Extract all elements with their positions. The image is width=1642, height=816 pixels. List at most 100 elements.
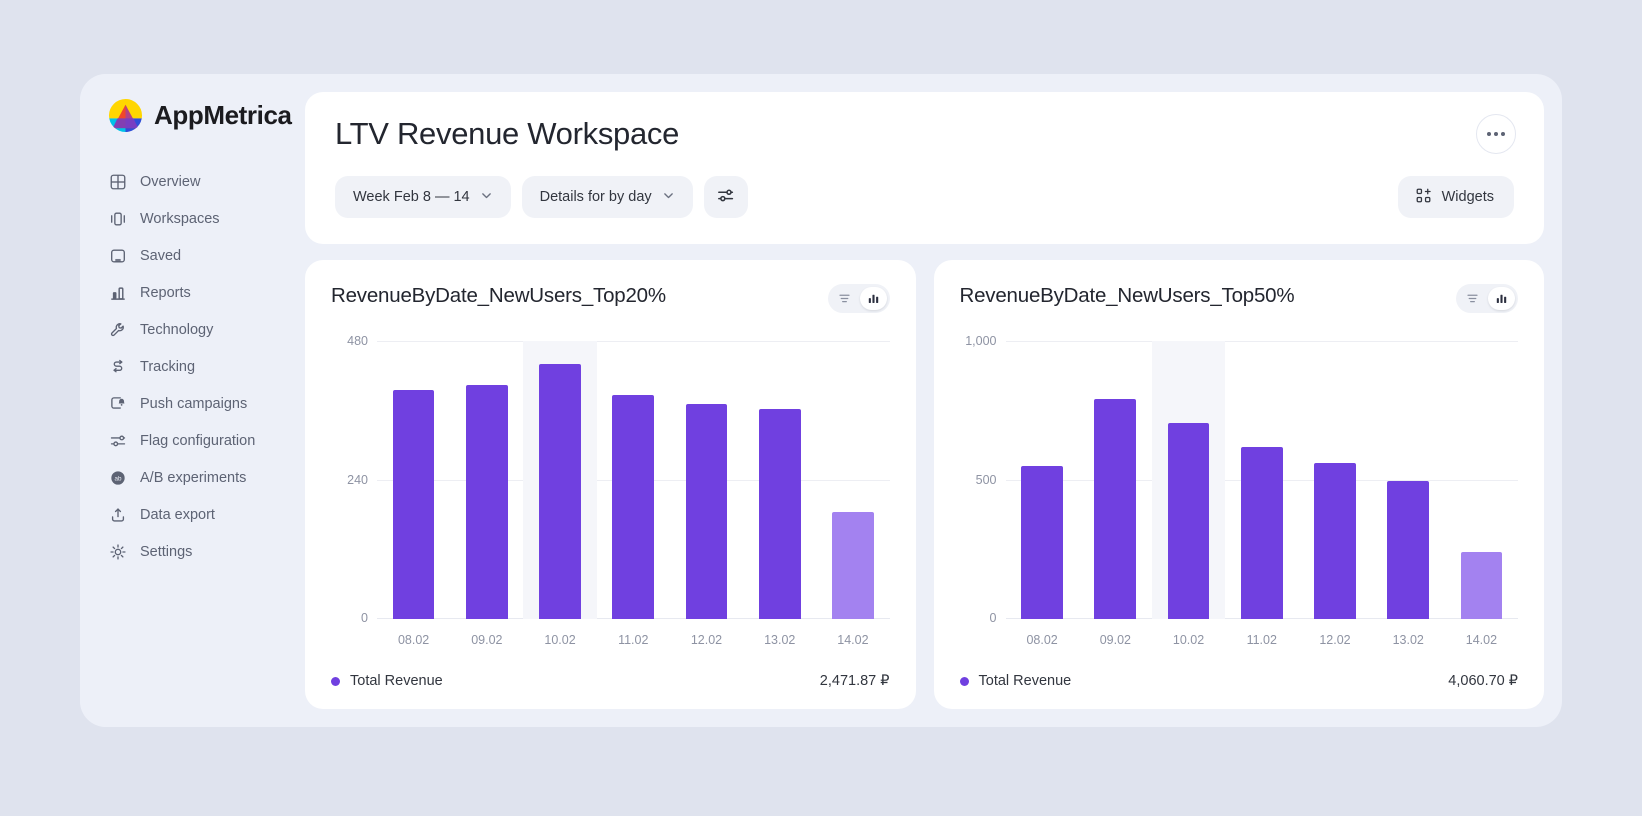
x-tick-label: 09.02 — [1099, 633, 1131, 647]
x-tick-label: 12.02 — [690, 633, 723, 647]
chart-area: 1,000 500 0 08.02 09.02 10.02 11.02 12.0… — [960, 334, 1519, 655]
bar[interactable] — [539, 364, 581, 619]
x-tick-label: 14.02 — [1465, 633, 1498, 647]
more-options-button[interactable] — [1476, 114, 1516, 154]
bookmark-panel-icon — [108, 246, 127, 265]
table-view-icon[interactable] — [831, 287, 858, 310]
x-axis-labels: 08.02 09.02 10.02 11.02 12.02 13.02 14.0… — [377, 633, 890, 647]
brand-name: AppMetrica — [154, 100, 292, 130]
bar-column[interactable] — [1298, 341, 1371, 619]
sidebar-item-push-campaigns[interactable]: Push campaigns — [108, 385, 305, 422]
bar-column[interactable] — [1079, 341, 1152, 619]
bar-column[interactable] — [670, 341, 743, 619]
sidebar-item-label: Technology — [140, 321, 214, 338]
widget-footer: Total Revenue 4,060.70 ₽ — [959, 669, 1518, 689]
bar[interactable] — [1387, 480, 1430, 619]
bar[interactable] — [685, 403, 728, 619]
widget-card-top50: RevenueByDate_NewUsers_Top50% 1,000 500 … — [933, 260, 1544, 709]
bar[interactable] — [1314, 462, 1356, 619]
bar-series — [377, 341, 890, 619]
bar[interactable] — [1094, 399, 1137, 619]
bar-partial[interactable] — [832, 511, 874, 619]
legend[interactable]: Total Revenue — [331, 673, 443, 689]
sidebar-item-settings[interactable]: Settings — [108, 533, 305, 570]
bar-column[interactable] — [1372, 341, 1445, 619]
sidebar-item-label: Flag configuration — [140, 432, 256, 449]
sidebar-item-label: A/B experiments — [140, 469, 247, 486]
bar-column-highlighted[interactable] — [1151, 341, 1226, 619]
bar[interactable] — [1240, 446, 1283, 619]
details-filter-dropdown[interactable]: Details for by day — [521, 176, 693, 218]
sidebar-item-tracking[interactable]: Tracking — [108, 348, 305, 385]
view-toggle — [827, 284, 890, 313]
bar-chart-view-icon[interactable] — [1488, 287, 1515, 310]
view-toggle — [1456, 284, 1518, 313]
y-tick-label: 480 — [347, 334, 368, 348]
bar-chart-icon — [108, 283, 127, 302]
widgets-grid-plus-icon — [1415, 187, 1432, 208]
sidebar-item-workspaces[interactable]: Workspaces — [108, 200, 305, 237]
sidebar-item-label: Reports — [140, 284, 191, 301]
bar[interactable] — [465, 385, 508, 619]
x-axis-labels: 08.02 09.02 10.02 11.02 12.02 13.02 14.0… — [1006, 633, 1519, 647]
legend-label: Total Revenue — [350, 673, 443, 689]
period-filter-dropdown[interactable]: Week Feb 8 — 14 — [335, 176, 511, 218]
bar-chart-view-icon[interactable] — [859, 287, 887, 310]
chart-plot: 480 240 0 — [347, 334, 890, 625]
table-view-icon[interactable] — [1459, 287, 1486, 310]
wrench-icon — [108, 320, 127, 339]
upload-icon — [108, 505, 127, 524]
x-tick-label: 10.02 — [1172, 633, 1205, 647]
sidebar-item-reports[interactable]: Reports — [108, 274, 305, 311]
bar[interactable] — [392, 390, 435, 619]
sidebar-item-data-export[interactable]: Data export — [108, 496, 305, 533]
x-tick-label: 08.02 — [397, 633, 430, 647]
y-tick-label: 0 — [361, 611, 368, 625]
sidebar-item-overview[interactable]: Overview — [108, 163, 305, 200]
sidebar-item-ab-experiments[interactable]: ab A/B experiments — [108, 459, 305, 496]
ellipsis-icon — [1487, 132, 1505, 136]
svg-text:ab: ab — [114, 475, 122, 482]
bar-partial[interactable] — [1460, 551, 1503, 619]
bar[interactable] — [1167, 423, 1210, 619]
x-tick-label: 14.02 — [837, 633, 869, 647]
bar-column[interactable] — [597, 341, 670, 619]
push-bell-icon — [108, 394, 127, 413]
bar[interactable] — [612, 394, 655, 619]
brand[interactable]: AppMetrica — [108, 98, 305, 133]
bar-column[interactable] — [377, 341, 450, 619]
filter-settings-button[interactable] — [703, 176, 748, 218]
appmetrica-logo-icon — [108, 98, 143, 133]
bar-column[interactable] — [450, 341, 523, 619]
bar[interactable] — [1021, 466, 1063, 619]
sliders-icon — [108, 431, 127, 450]
y-tick-label: 0 — [989, 611, 997, 625]
widgets-button[interactable]: Widgets — [1397, 176, 1514, 218]
total-value: 4,060.70 ₽ — [1448, 673, 1518, 689]
sidebar-nav: Overview Workspaces Saved Reports Techno… — [108, 163, 305, 570]
bar-column[interactable] — [1225, 341, 1298, 619]
legend[interactable]: Total Revenue — [959, 673, 1071, 689]
sidebar-item-saved[interactable]: Saved — [108, 237, 305, 274]
x-tick-label: 11.02 — [618, 633, 649, 647]
bar-column[interactable] — [1006, 341, 1079, 619]
sidebar-item-label: Overview — [140, 173, 201, 190]
chart-area: 480 240 0 08.02 09.02 10.02 11.02 12.02 … — [331, 334, 890, 655]
bar-column-highlighted[interactable] — [523, 341, 597, 619]
bar-column[interactable] — [1445, 341, 1518, 619]
chart-plot: 1,000 500 0 — [965, 334, 1518, 625]
sidebar-item-label: Workspaces — [140, 210, 220, 227]
bar[interactable] — [758, 408, 801, 619]
sidebar-item-technology[interactable]: Technology — [108, 311, 305, 348]
widget-card-top20: RevenueByDate_NewUsers_Top20% 480 240 0 … — [305, 260, 916, 709]
y-tick-label: 1,000 — [965, 334, 997, 348]
workspaces-icon — [108, 209, 127, 228]
sidebar-item-label: Tracking — [140, 358, 196, 375]
sidebar-item-flag-configuration[interactable]: Flag configuration — [108, 422, 305, 459]
bar-column[interactable] — [743, 341, 816, 619]
x-tick-label: 10.02 — [544, 633, 576, 647]
tracking-path-icon — [108, 357, 127, 376]
legend-color-dot — [959, 676, 969, 686]
bar-column[interactable] — [816, 341, 889, 619]
sidebar: AppMetrica Overview Workspaces Saved Rep… — [80, 74, 305, 727]
